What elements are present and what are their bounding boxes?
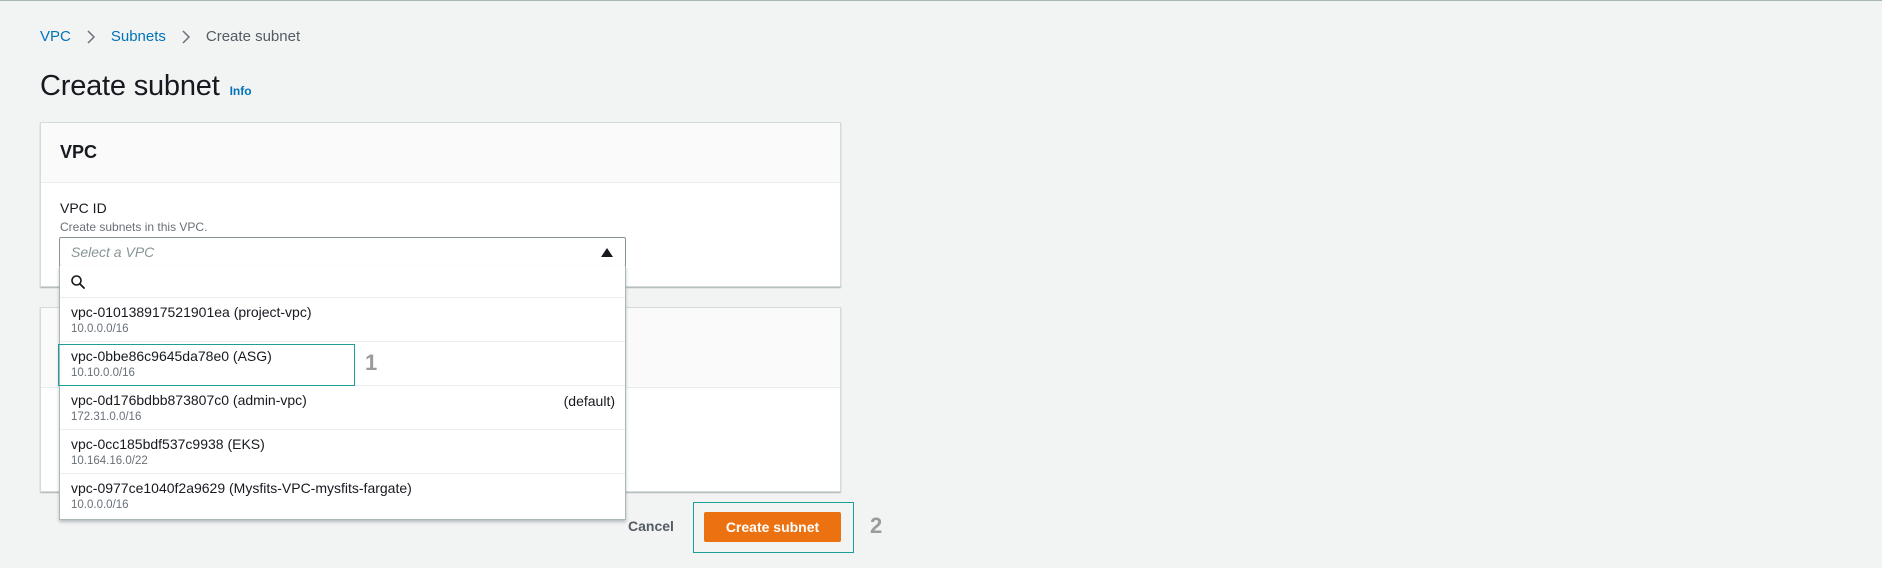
vpc-panel-header: VPC	[41, 123, 840, 183]
vpc-option-cidr: 172.31.0.0/16	[71, 411, 142, 423]
cancel-button[interactable]: Cancel	[628, 518, 674, 534]
dropdown-search	[60, 266, 625, 298]
page-header: Create subnet Info	[40, 70, 252, 103]
chevron-right-icon	[85, 29, 97, 45]
vpc-option[interactable]: vpc-0977ce1040f2a9629 (Mysfits-VPC-mysfi…	[60, 474, 625, 518]
vpc-panel-title: VPC	[60, 142, 98, 162]
annotation-highlight-create	[693, 502, 854, 553]
vpc-id-description: Create subnets in this VPC.	[60, 220, 208, 234]
breadcrumb: VPC Subnets Create subnet	[40, 28, 300, 45]
annotation-highlight-asg	[58, 344, 355, 386]
vpc-select[interactable]: Select a VPC	[59, 237, 626, 267]
vpc-select-placeholder: Select a VPC	[71, 244, 155, 260]
page-title: Create subnet	[40, 70, 220, 102]
annotation-marker-1: 1	[365, 350, 378, 375]
vpc-option-cidr: 10.0.0.0/16	[71, 499, 129, 511]
info-link[interactable]: Info	[230, 84, 252, 98]
vpc-option-name: vpc-0cc185bdf537c9938 (EKS)	[71, 436, 265, 452]
vpc-option[interactable]: vpc-0cc185bdf537c9938 (EKS) 10.164.16.0/…	[60, 430, 625, 474]
vpc-option[interactable]: vpc-0d176bdbb873807c0 (admin-vpc) 172.31…	[60, 386, 625, 430]
dropdown-search-input[interactable]	[94, 270, 614, 294]
vpc-dropdown-list: vpc-010138917521901ea (project-vpc) 10.0…	[59, 266, 626, 520]
breadcrumb-vpc-link[interactable]: VPC	[40, 28, 71, 45]
breadcrumb-subnets-link[interactable]: Subnets	[111, 28, 166, 45]
vpc-option-name: vpc-010138917521901ea (project-vpc)	[71, 304, 312, 320]
search-icon	[71, 275, 85, 294]
caret-up-icon	[601, 248, 613, 257]
vpc-option-cidr: 10.0.0.0/16	[71, 323, 129, 335]
vpc-id-label: VPC ID	[60, 200, 107, 216]
breadcrumb-current: Create subnet	[205, 28, 301, 45]
default-tag: (default)	[563, 393, 615, 409]
vpc-option-name: vpc-0977ce1040f2a9629 (Mysfits-VPC-mysfi…	[71, 480, 412, 496]
top-border	[0, 0, 1882, 1]
vpc-option-cidr: 10.164.16.0/22	[71, 455, 148, 467]
vpc-option-name: vpc-0d176bdbb873807c0 (admin-vpc)	[71, 392, 307, 408]
annotation-marker-2: 2	[870, 513, 883, 538]
vpc-option[interactable]: vpc-010138917521901ea (project-vpc) 10.0…	[60, 298, 625, 342]
chevron-right-icon	[180, 29, 192, 45]
